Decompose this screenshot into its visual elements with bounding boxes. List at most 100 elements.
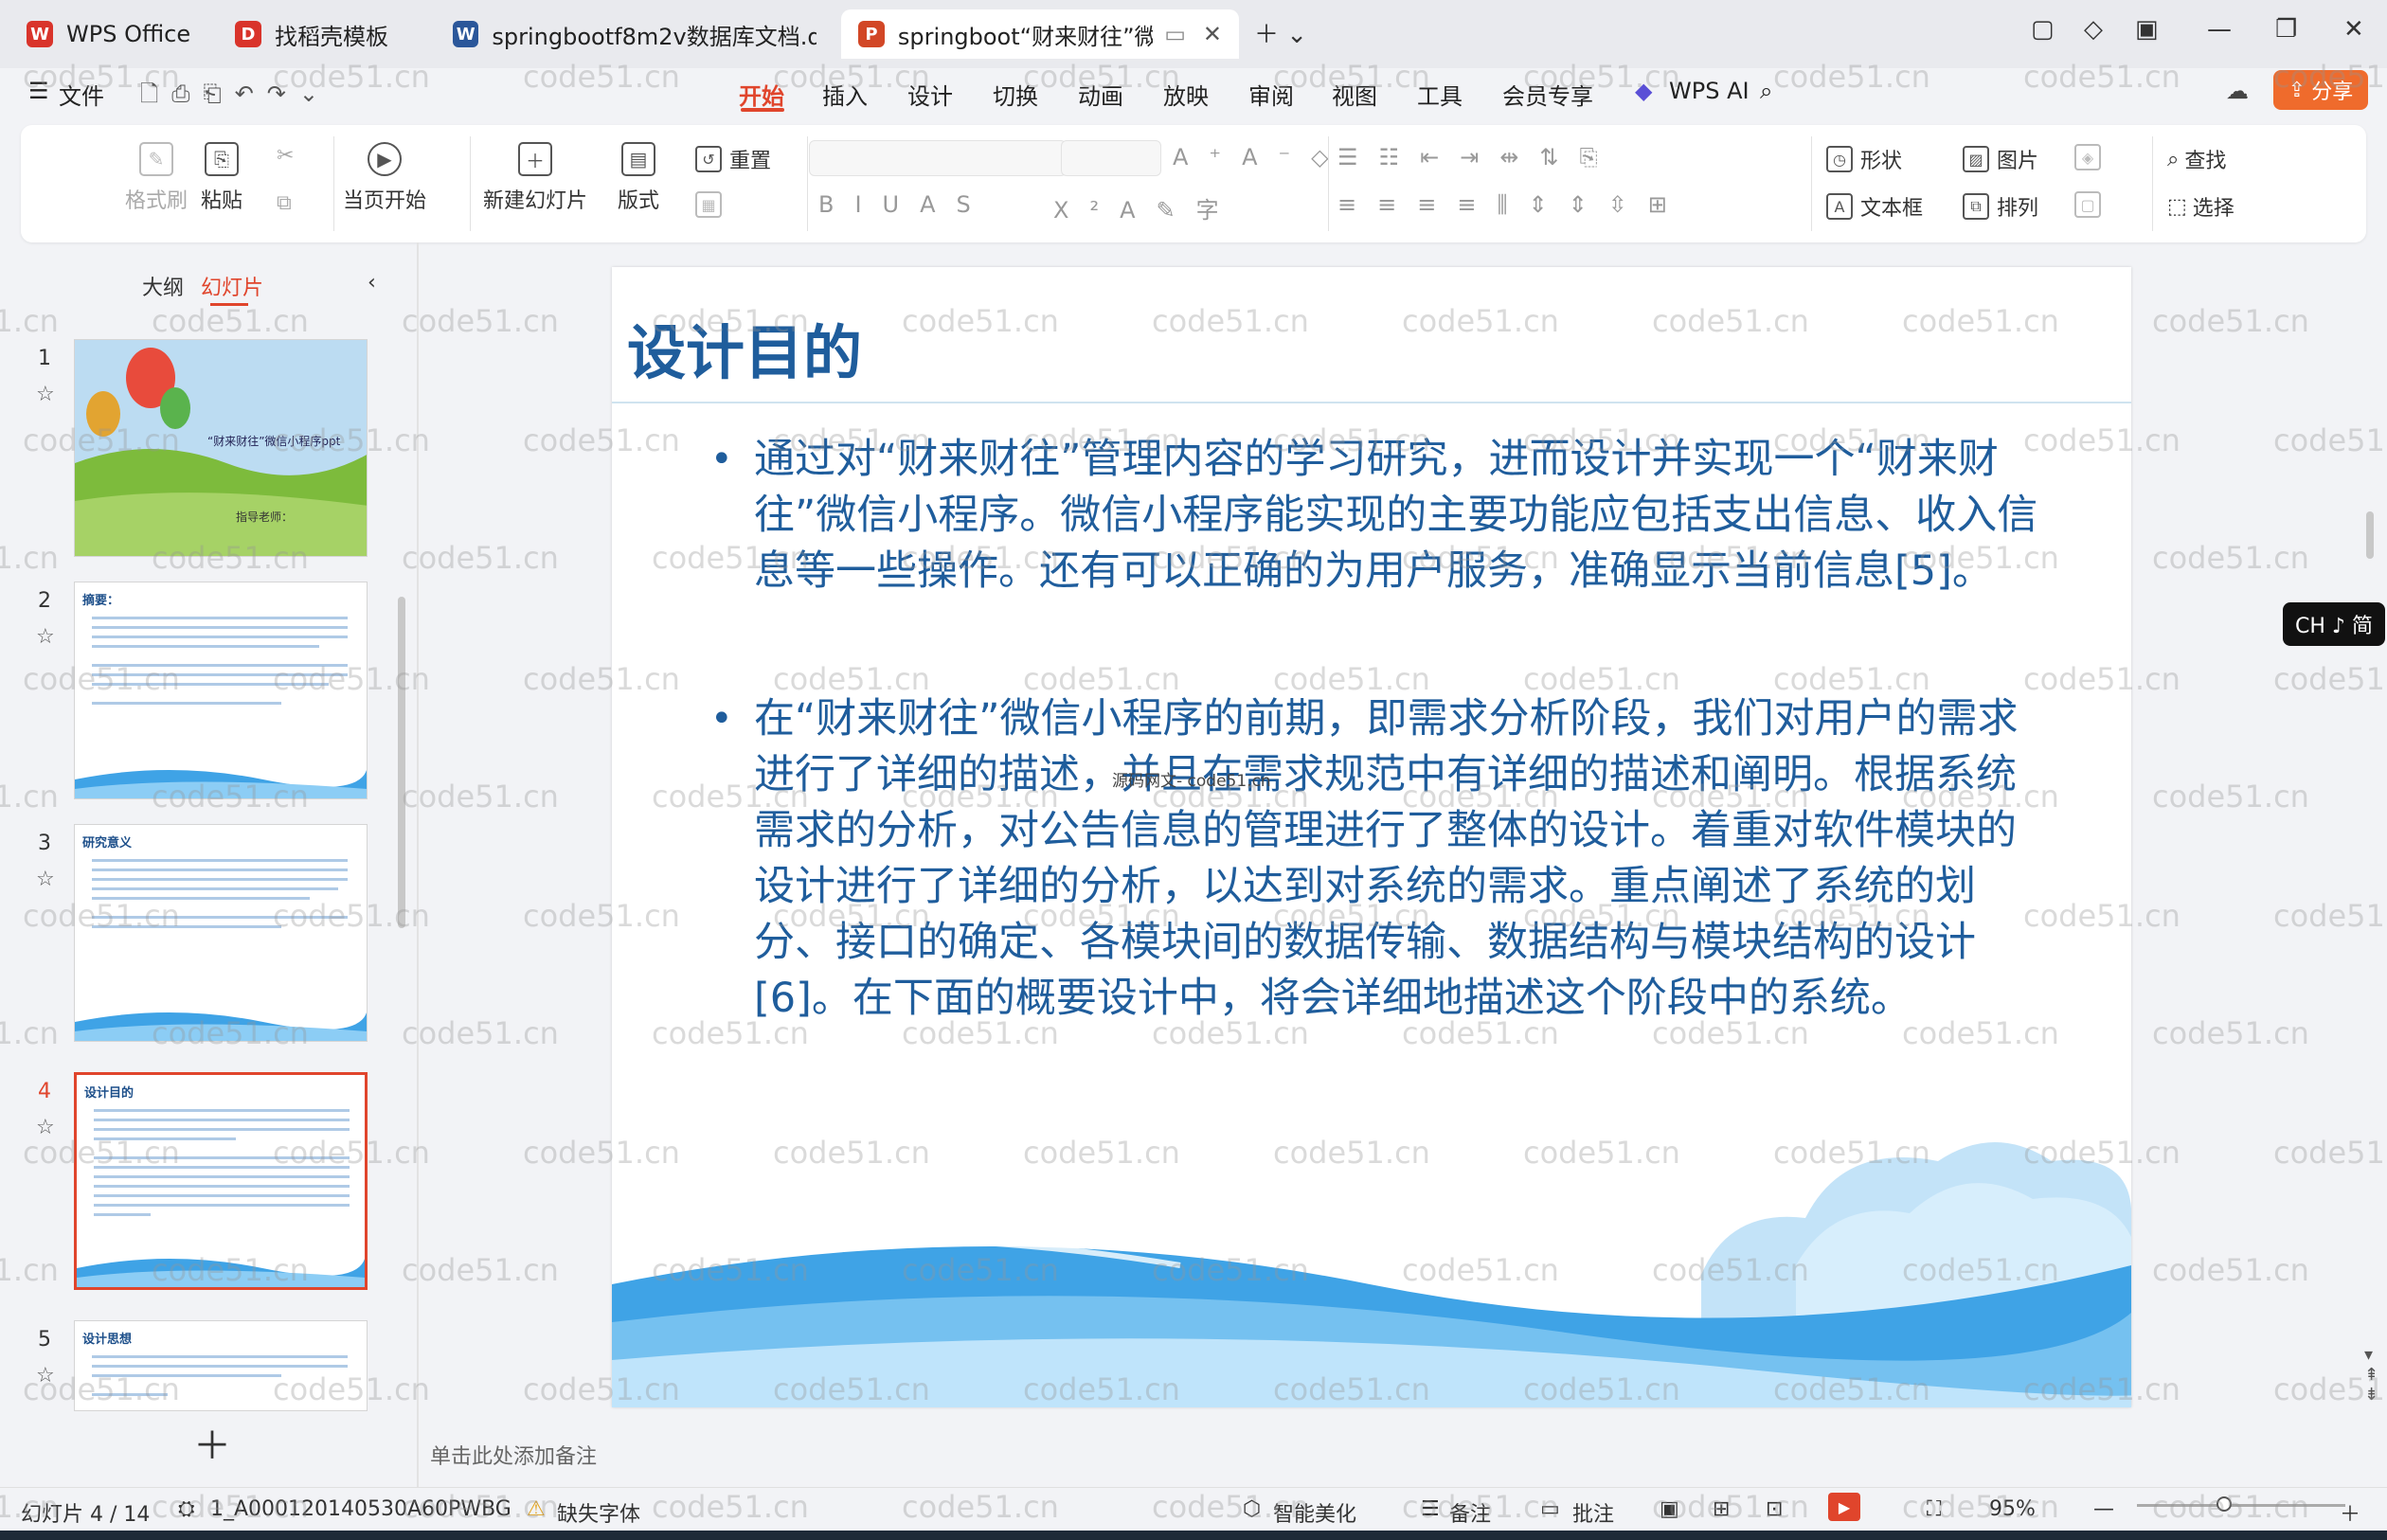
reset-button[interactable]: ↺ 重置	[695, 144, 771, 174]
fill-button[interactable]: ◈	[2074, 144, 2109, 170]
zoom-in-icon[interactable]: ＋	[2340, 1497, 2360, 1528]
cut-button[interactable]: ✂	[277, 144, 294, 168]
canvas-scrollbar[interactable]	[2366, 511, 2374, 559]
shape-button[interactable]: ◷ 形状	[1826, 144, 1902, 174]
slide-number: 2	[38, 589, 51, 613]
menu-design[interactable]: 设计	[907, 78, 953, 111]
ime-indicator[interactable]: CH ♪ 简	[2283, 602, 2385, 646]
outline-button[interactable]: ▢	[2074, 191, 2109, 218]
tab-wps-office[interactable]: W WPS Office	[9, 9, 208, 59]
slide-thumbnail-1[interactable]: “财来财往”微信小程序ppt 指导老师：	[74, 339, 368, 557]
section-button[interactable]: ▦	[695, 191, 729, 218]
minimize-icon[interactable]: —	[2207, 15, 2232, 44]
layout-button[interactable]: ▤ 版式	[618, 142, 659, 214]
font-size-adjust-icons[interactable]: A⁺A⁻◇	[1173, 144, 1350, 170]
font-name-select[interactable]	[809, 140, 1067, 176]
share-button[interactable]: ⇪ 分享	[2273, 70, 2368, 110]
template-name[interactable]: 1_A000120140530A60PWBG	[210, 1497, 512, 1521]
zoom-slider[interactable]	[2137, 1504, 2345, 1507]
fit-window-icon[interactable]: ⛶	[1927, 1497, 1941, 1521]
select-button[interactable]: ⬚ 选择	[2167, 191, 2234, 222]
scroll-arrows-icon[interactable]: ▾ ⇞ ⇟	[2364, 1345, 2378, 1405]
screen-icon[interactable]: ▭	[1164, 21, 1186, 47]
textbox-button[interactable]: A 文本框	[1826, 191, 1923, 222]
arrange-button[interactable]: ⧉ 排列	[1963, 191, 2038, 222]
slide-thumbnail-4[interactable]: 设计目的	[74, 1072, 368, 1290]
slide-title[interactable]: 设计目的	[627, 305, 862, 390]
slide-thumbnail-3[interactable]: 研究意义	[74, 824, 368, 1042]
menu-insert[interactable]: 插入	[822, 78, 868, 111]
menu-slideshow[interactable]: 放映	[1163, 78, 1209, 111]
cube-icon[interactable]: ◇	[2084, 15, 2103, 44]
text-color-icons[interactable]: X²A✎字	[1053, 191, 1240, 224]
hamburger-menu-icon[interactable]: ☰	[28, 78, 49, 104]
thumbnail-scrollbar[interactable]	[398, 597, 405, 928]
list-indent-icons[interactable]: ☰☷⇤⇥⇹⇅⎘	[1337, 144, 1619, 170]
slide-number: 5	[38, 1328, 51, 1352]
picture-button[interactable]: ▨ 图片	[1963, 144, 2038, 174]
comments-button[interactable]: 批注	[1572, 1497, 1614, 1528]
menu-transition[interactable]: 切换	[993, 78, 1038, 111]
menu-home[interactable]: 开始	[739, 78, 784, 111]
notes-pane[interactable]: 单击此处添加备注	[419, 1421, 2387, 1487]
zoom-level[interactable]: 95%	[1989, 1497, 2036, 1521]
star-icon[interactable]: ☆	[36, 868, 55, 891]
find-button[interactable]: ⌕ 查找	[2167, 144, 2226, 174]
tab-slides[interactable]: 幻灯片	[201, 271, 263, 301]
start-from-current-button[interactable]: ▶ 当页开始	[343, 142, 426, 214]
menu-wps-ai[interactable]: WPS AI	[1669, 78, 1750, 104]
missing-font-button[interactable]: 缺失字体	[557, 1497, 640, 1528]
star-icon[interactable]: ☆	[36, 625, 55, 649]
slideshow-play-button[interactable]: ▶	[1828, 1493, 1860, 1521]
slide-canvas[interactable]: 设计目的 • 通过对“财来财往”管理内容的学习研究，进而设计并实现一个“财来财往…	[612, 267, 2131, 1407]
find-label: 查找	[2184, 150, 2227, 173]
normal-view-icon[interactable]: ▣	[1660, 1497, 1679, 1521]
menu-review[interactable]: 审阅	[1248, 78, 1294, 111]
collapse-panel-icon[interactable]: ‹	[368, 271, 376, 295]
cloud-upload-icon[interactable]: ☁	[2226, 78, 2249, 104]
tab-template-store[interactable]: D 找稻壳模板	[218, 9, 426, 59]
slide-thumbnail-5[interactable]: 设计思想	[74, 1320, 368, 1411]
reading-view-icon[interactable]: ⊡	[1766, 1497, 1783, 1521]
close-tab-icon[interactable]: ✕	[1203, 21, 1222, 47]
active-tab-indicator	[210, 303, 248, 306]
quick-access-icons[interactable]: 🗋⎙⎗↶↷⌄	[140, 78, 332, 116]
notes-placeholder[interactable]: 单击此处添加备注	[430, 1440, 597, 1470]
arrange-label: 排列	[1997, 197, 2039, 221]
close-window-icon[interactable]: ✕	[2343, 15, 2364, 44]
maximize-icon[interactable]: ❐	[2275, 15, 2297, 44]
menu-view[interactable]: 视图	[1332, 78, 1377, 111]
copy-button[interactable]: ⧉	[277, 191, 292, 215]
notes-toggle-button[interactable]: 备注	[1449, 1497, 1491, 1528]
menu-animation[interactable]: 动画	[1078, 78, 1123, 111]
comment-icon: ▭	[1540, 1497, 1560, 1521]
zoom-slider-handle[interactable]	[2216, 1496, 2232, 1512]
window-layout-icon[interactable]: ▢	[2031, 15, 2055, 44]
tab-outline[interactable]: 大纲	[142, 271, 184, 301]
text-format-icons[interactable]: BIUAS	[818, 191, 992, 218]
new-tab-icon[interactable]: ＋ ⌄	[1254, 15, 1307, 50]
tab-current-presentation[interactable]: P springboot“财来财往”微信 ▭ ✕	[841, 9, 1239, 59]
paragraph-align-icons[interactable]: ≡≡≡≡⫼⇕⇕⇳⊞	[1337, 191, 1688, 218]
slide-bullet-2[interactable]: 在“财来财往”微信小程序的前期，即需求分析阶段，我们对用户的需求进行了详细的描述…	[754, 691, 2042, 1027]
avatar[interactable]: ▣	[2135, 15, 2159, 44]
paste-button[interactable]: ⎘ 粘贴	[201, 142, 242, 214]
zoom-out-icon[interactable]: —	[2093, 1497, 2114, 1521]
add-slide-button[interactable]: ＋	[193, 1415, 231, 1470]
file-menu[interactable]: 文件	[59, 78, 104, 111]
search-icon[interactable]: ⌕	[1760, 78, 1772, 104]
star-icon[interactable]: ☆	[36, 1364, 55, 1388]
star-icon[interactable]: ☆	[36, 383, 55, 406]
ribbon-divider	[333, 136, 334, 231]
slide-bullet-1[interactable]: 通过对“财来财往”管理内容的学习研究，进而设计并实现一个“财来财往”微信小程序。…	[754, 432, 2042, 600]
new-slide-button[interactable]: ＋ 新建幻灯片	[483, 142, 587, 214]
menu-tools[interactable]: 工具	[1417, 78, 1463, 111]
menu-member[interactable]: 会员专享	[1502, 78, 1593, 111]
tab-database-doc[interactable]: W springbootf8m2v数据库文档.doc	[436, 9, 834, 59]
smart-beautify-button[interactable]: 智能美化	[1273, 1497, 1356, 1528]
star-icon[interactable]: ☆	[36, 1116, 55, 1139]
format-painter-button[interactable]: ✎ 格式刷	[125, 142, 188, 214]
slide-thumbnail-2[interactable]: 摘要：	[74, 582, 368, 799]
font-size-select[interactable]	[1061, 140, 1161, 176]
sorter-view-icon[interactable]: ⊞	[1713, 1497, 1730, 1521]
